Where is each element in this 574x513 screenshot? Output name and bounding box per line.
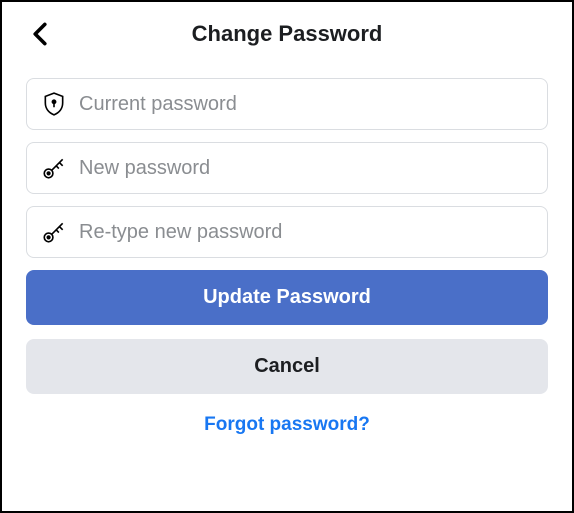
back-button[interactable] (26, 20, 54, 48)
page-title: Change Password (26, 21, 548, 47)
retype-password-input[interactable] (79, 221, 533, 244)
new-password-group[interactable] (26, 142, 548, 194)
shield-icon (41, 91, 67, 117)
current-password-input[interactable] (79, 93, 533, 116)
key-icon (41, 219, 67, 245)
chevron-left-icon (32, 22, 48, 46)
update-password-button[interactable]: Update Password (26, 270, 548, 325)
header: Change Password (26, 20, 548, 48)
current-password-group[interactable] (26, 78, 548, 130)
forgot-password-link[interactable]: Forgot password? (26, 414, 548, 436)
retype-password-group[interactable] (26, 206, 548, 258)
cancel-button[interactable]: Cancel (26, 339, 548, 394)
new-password-input[interactable] (79, 157, 533, 180)
key-icon (41, 155, 67, 181)
